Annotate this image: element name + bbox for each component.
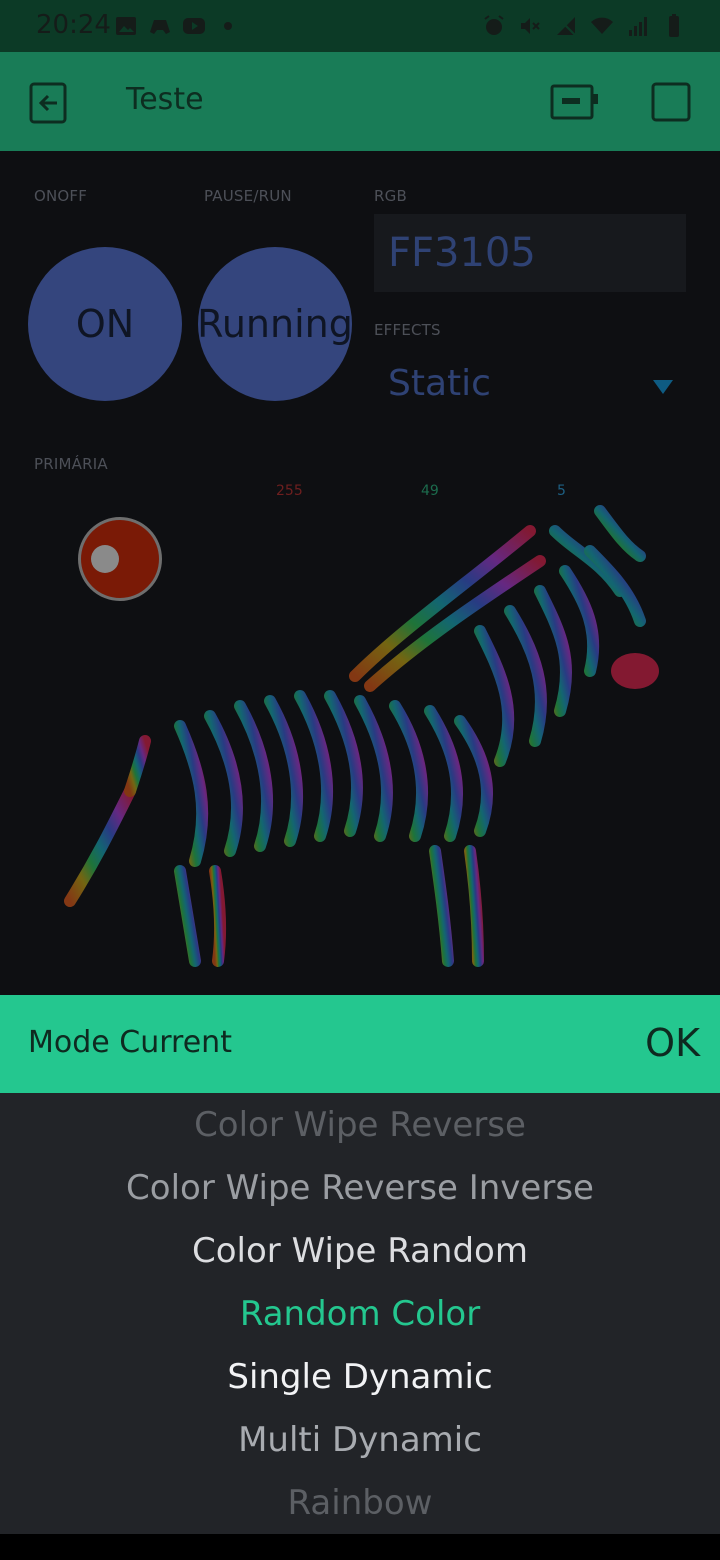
signal-icon: [629, 17, 647, 36]
rgb-label: RGB: [374, 187, 407, 205]
effects-dropdown[interactable]: Static: [388, 363, 491, 404]
alarm-icon: [484, 15, 504, 35]
picker-header: Mode Current OK: [0, 995, 720, 1093]
zebra-color-picker[interactable]: [0, 491, 720, 995]
effects-label: EFFECTS: [374, 321, 441, 339]
rgb-value: FF3105: [388, 230, 536, 276]
status-time: 20:24: [36, 10, 111, 40]
primaria-label: PRIMÁRIA: [34, 455, 108, 473]
onoff-button[interactable]: ON: [28, 247, 182, 401]
picker-option[interactable]: Color Wipe Random: [0, 1231, 720, 1271]
rgb-field[interactable]: FF3105: [374, 214, 686, 292]
battery-icon: [669, 14, 679, 37]
onoff-label: ONOFF: [34, 187, 88, 205]
navigation-bar: [0, 1534, 720, 1560]
youtube-icon: [183, 18, 205, 34]
device-icon[interactable]: [550, 82, 600, 122]
wifi-icon: [591, 17, 613, 34]
back-icon[interactable]: [26, 82, 72, 124]
dot-icon: [224, 22, 232, 30]
pause-run-button[interactable]: Running: [198, 247, 352, 401]
pause-run-label: PAUSE/RUN: [204, 187, 292, 205]
project-title: Teste: [126, 82, 204, 117]
picker-option[interactable]: Color Wipe Reverse Inverse: [0, 1168, 720, 1208]
ok-button[interactable]: OK: [645, 1021, 700, 1065]
no-signal-icon: [555, 15, 577, 37]
dropdown-arrow-icon[interactable]: [653, 380, 673, 394]
picker-option[interactable]: Single Dynamic: [0, 1357, 720, 1397]
app-bar: Teste: [0, 52, 720, 151]
game-controller-icon: [150, 20, 170, 34]
gallery-icon: [116, 17, 136, 35]
status-bar: 20:24: [0, 0, 720, 52]
picker-option[interactable]: Rainbow: [0, 1483, 720, 1523]
mute-icon: [521, 18, 540, 34]
picker-option[interactable]: Multi Dynamic: [0, 1420, 720, 1460]
dashboard-canvas: ONOFF PAUSE/RUN RGB ON Running FF3105 EF…: [0, 151, 720, 995]
square-icon[interactable]: [651, 82, 691, 122]
picker-option[interactable]: Color Wipe Reverse: [0, 1105, 720, 1145]
picker-option-selected[interactable]: Random Color: [0, 1294, 720, 1334]
picker-title: Mode Current: [28, 1025, 232, 1060]
mode-picker-list[interactable]: Color Wipe Reverse Color Wipe Reverse In…: [0, 1093, 720, 1534]
